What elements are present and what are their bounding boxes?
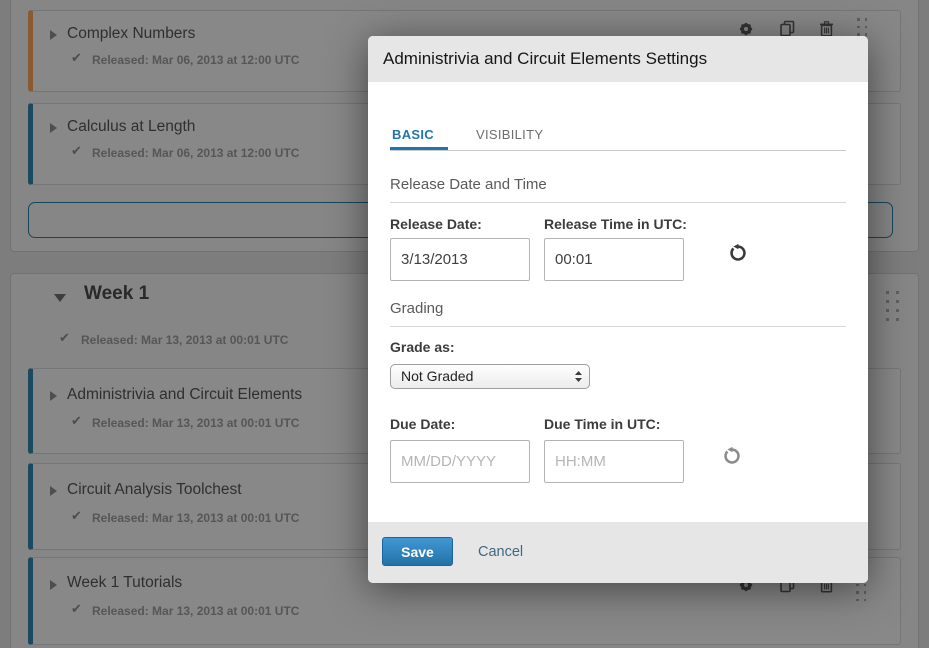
subsection-settings-modal: Administrivia and Circuit Elements Setti… xyxy=(368,36,868,583)
tab-basic[interactable]: BASIC xyxy=(392,127,434,142)
release-date-label: Release Date: xyxy=(390,216,482,232)
due-time-label: Due Time in UTC: xyxy=(544,416,660,432)
save-button[interactable]: Save xyxy=(382,537,453,566)
release-date-input[interactable] xyxy=(390,238,530,281)
release-time-label: Release Time in UTC: xyxy=(544,216,687,232)
release-section-heading: Release Date and Time xyxy=(390,176,547,193)
divider xyxy=(390,326,846,327)
due-date-label: Due Date: xyxy=(390,416,455,432)
grading-section-heading: Grading xyxy=(390,300,443,317)
cancel-link[interactable]: Cancel xyxy=(478,522,523,583)
modal-header: Administrivia and Circuit Elements Setti… xyxy=(368,36,868,82)
divider xyxy=(390,202,846,203)
grade-as-label: Grade as: xyxy=(390,339,455,355)
reset-icon[interactable] xyxy=(728,243,748,263)
select-arrows-icon xyxy=(574,370,583,388)
tabs-divider xyxy=(390,150,846,151)
modal-footer: Save Cancel xyxy=(368,522,868,583)
grade-as-select[interactable]: Not Graded xyxy=(390,364,590,389)
course-outline-page: Complex Numbers ✔ Released: Mar 06, 2013… xyxy=(0,0,929,648)
grade-as-selected-value: Not Graded xyxy=(401,365,473,388)
due-time-input[interactable] xyxy=(544,440,684,483)
modal-title: Administrivia and Circuit Elements Setti… xyxy=(383,36,707,82)
release-time-input[interactable] xyxy=(544,238,684,281)
due-date-input[interactable] xyxy=(390,440,530,483)
reset-icon[interactable] xyxy=(722,446,742,466)
tab-visibility[interactable]: VISIBILITY xyxy=(476,127,543,142)
